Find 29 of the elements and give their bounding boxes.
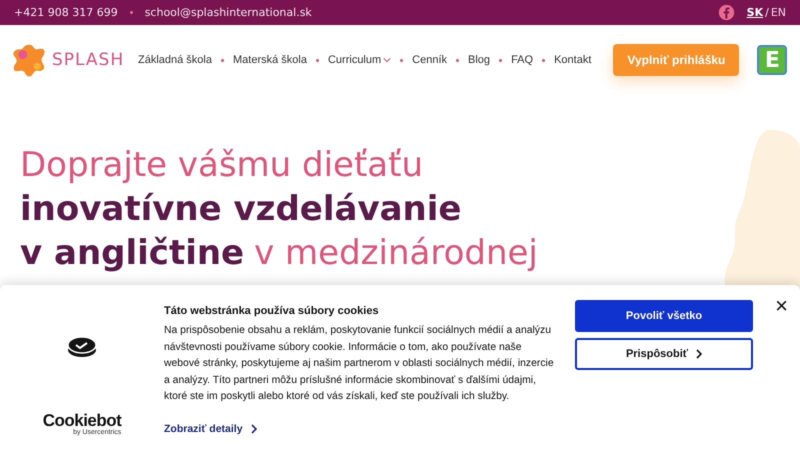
phone-link[interactable]: +421 908 317 699 [14, 6, 118, 19]
close-button[interactable]: × [775, 295, 788, 317]
logo-text[interactable]: SPLASH [52, 50, 124, 70]
chevron-down-icon [383, 57, 392, 63]
allow-all-button[interactable]: Povoliť všetko [575, 300, 753, 332]
headline-text: v medzinárodnej [254, 232, 538, 275]
facebook-icon[interactable] [718, 4, 735, 21]
cookie-text: Na prispôsobenie obsahu a reklám, poskytovanie funkcií sociálnych médií a analýzu návštevnosti používame súbory cookie. Informácie o tom, ako používate naše webové stránky, poskytujeme aj našim partnerom v oblasti sociálnych médií, inzercie a analýzy. Títo partneri môžu príslušné informácie skombinovať s ďalšími údajmi, ktoré ste im poskytli alebo ktoré od vás získali, keď ste používali ich služby. [164, 324, 555, 404]
nav-link[interactable]: Kontakt [554, 54, 592, 66]
nav-link[interactable]: Cenník [412, 54, 448, 66]
language-link[interactable]: EN [770, 6, 786, 19]
language-divider: / [765, 6, 769, 19]
nav-link[interactable]: Curriculum [328, 54, 392, 66]
nav-link[interactable]: FAQ [511, 54, 534, 66]
check-badge-icon [67, 335, 97, 359]
chevron-right-icon [250, 424, 257, 434]
nav-link[interactable]: Materská škola [233, 54, 307, 66]
customize-button[interactable]: Prispôsobiť [575, 338, 753, 370]
headline-text: inovatívne vzdelávanie [20, 188, 462, 231]
language-link[interactable]: SK [746, 6, 764, 19]
cookiebot-logo: Cookiebot [42, 412, 122, 429]
details-link[interactable]: Zobraziť detaily [164, 422, 257, 434]
cookie-title: Táto webstránka používa súbory cookies [164, 305, 380, 317]
headline-text: v angličtine [20, 232, 244, 275]
nav-link[interactable]: Základná škola [138, 54, 212, 66]
nav-link[interactable]: Blog [468, 54, 490, 66]
chevron-right-icon [696, 349, 702, 359]
email-link[interactable]: school@splashinternational.sk [144, 6, 312, 19]
headline-text: Doprajte vášmu dieťaťu [20, 144, 424, 187]
